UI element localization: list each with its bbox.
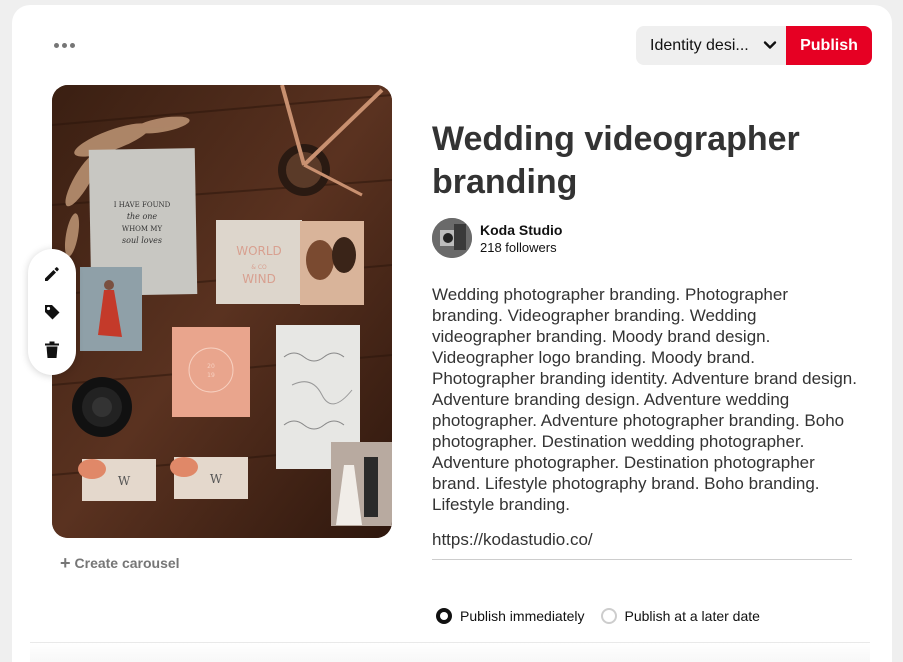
pin-image: I HAVE FOUND the one WHOM MY soul loves … (52, 85, 392, 538)
create-carousel-label: Create carousel (74, 555, 180, 571)
image-card-wind: WIND (242, 272, 276, 286)
image-card-co: & CO (251, 264, 267, 271)
pin-title[interactable]: Wedding videographer branding (432, 118, 852, 204)
pin-description[interactable]: Wedding photographer branding. Photograp… (432, 284, 858, 515)
bottom-section-edge (30, 642, 870, 662)
svg-text:W: W (210, 472, 223, 486)
publish-button[interactable]: Publish (786, 26, 872, 65)
svg-text:WHOM MY: WHOM MY (122, 225, 163, 233)
publish-later-option[interactable]: Publish at a later date (600, 608, 760, 624)
svg-text:19: 19 (207, 372, 215, 379)
radio-selected-icon (436, 608, 452, 624)
image-quote-line1: I HAVE FOUND (114, 201, 171, 209)
plus-icon: + (60, 553, 71, 573)
publish-immediately-option[interactable]: Publish immediately (436, 608, 585, 624)
svg-text:the one: the one (127, 212, 158, 221)
board-select-dropdown[interactable]: Identity desi... (636, 26, 787, 65)
trash-icon[interactable] (41, 339, 63, 361)
svg-text:W: W (118, 474, 131, 488)
chevron-down-icon (763, 41, 777, 49)
publish-immediately-label: Publish immediately (460, 608, 585, 624)
board-select-value: Identity desi... (650, 36, 749, 54)
svg-text:soul loves: soul loves (122, 236, 162, 245)
author-followers: 218 followers (480, 239, 557, 255)
image-tools-panel (28, 249, 76, 375)
author-info: Koda Studio 218 followers (432, 218, 562, 258)
more-options-icon[interactable] (54, 38, 76, 52)
avatar (432, 218, 472, 258)
create-carousel-button[interactable]: + Create carousel (60, 553, 180, 573)
tag-icon[interactable] (41, 301, 63, 323)
image-card-world: WORLD (236, 244, 282, 258)
destination-link-field[interactable]: https://kodastudio.co/ (432, 530, 852, 560)
pencil-icon[interactable] (41, 263, 63, 285)
author-name: Koda Studio (480, 221, 563, 238)
radio-unselected-icon (600, 608, 617, 624)
publish-schedule-options: Publish immediately Publish at a later d… (436, 608, 776, 624)
publish-later-label: Publish at a later date (624, 608, 760, 624)
svg-text:20: 20 (207, 363, 215, 370)
